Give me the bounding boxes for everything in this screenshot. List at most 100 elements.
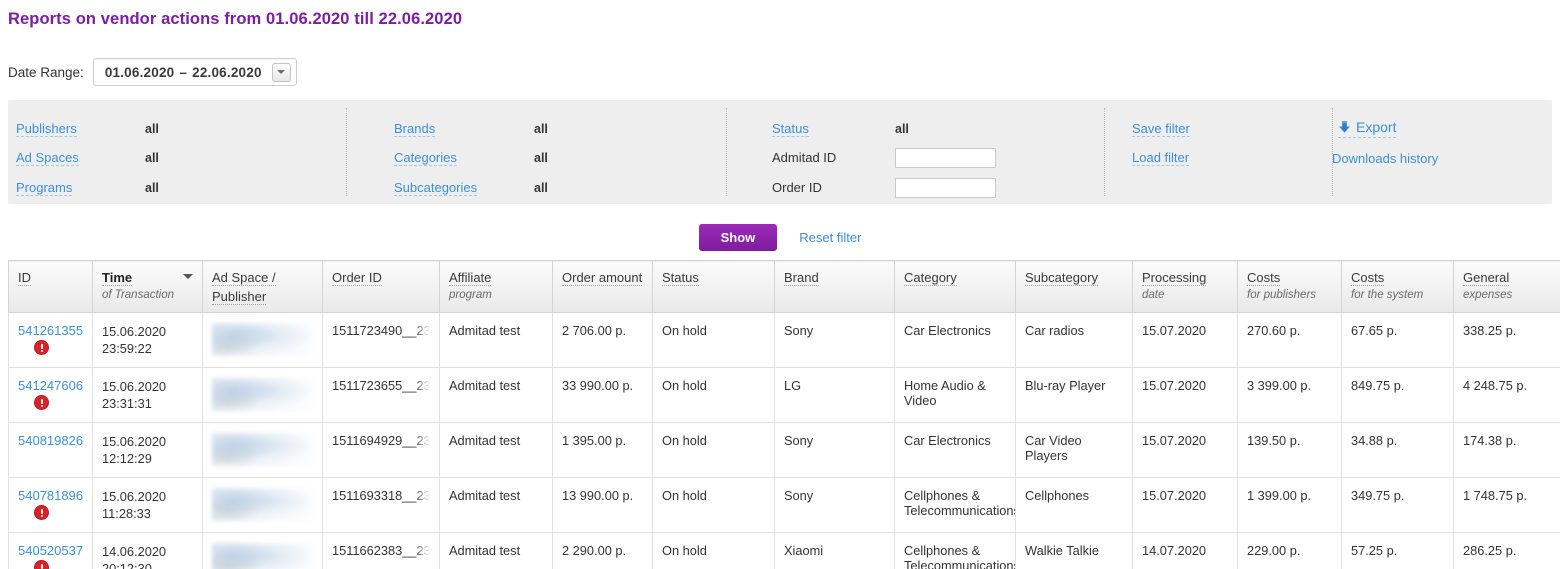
report-page: Reports on vendor actions from 01.06.202… xyxy=(0,0,1560,569)
transaction-id-link[interactable]: 540819826 xyxy=(18,433,83,448)
category-value: Car Electronics xyxy=(904,323,991,338)
save-filter-link[interactable]: Save filter xyxy=(1132,121,1190,137)
cell-general-expenses: 4 248.75 p. xyxy=(1453,367,1560,423)
col-header-time[interactable]: Time of Transaction xyxy=(92,260,203,313)
chevron-down-icon[interactable] xyxy=(271,62,291,82)
load-filter-link[interactable]: Load filter xyxy=(1132,150,1190,167)
downloads-history-link[interactable]: Downloads history xyxy=(1332,151,1438,166)
alert-icon[interactable] xyxy=(35,396,48,409)
col-header-costs-publishers[interactable]: Costs for publishers xyxy=(1237,260,1342,313)
col-header-order-amount-label: Order amount xyxy=(562,270,643,286)
order-amount-value: 33 990.00 p. xyxy=(562,378,634,393)
col-header-order-id-label: Order ID xyxy=(332,270,382,286)
order-amount-value: 2 706.00 p. xyxy=(562,323,627,338)
col-header-id-label: ID xyxy=(18,270,31,286)
cell-costs-system: 34.88 p. xyxy=(1341,422,1454,478)
col-header-status[interactable]: Status xyxy=(652,260,775,313)
cell-general-expenses: 174.38 p. xyxy=(1453,422,1560,478)
cell-processing-date: 14.07.2020 xyxy=(1132,532,1238,569)
table-row: 541247606 15.06.2020 23:31:31 1511723655__2… xyxy=(8,367,1560,423)
cell-order-amount: 2 290.00 p. xyxy=(552,532,653,569)
category-value: Car Electronics xyxy=(904,433,991,448)
cell-costs-publishers: 3 399.00 p. xyxy=(1237,367,1342,423)
transaction-id-link[interactable]: 541247606 xyxy=(18,378,83,393)
col-header-affiliate[interactable]: Affiliate program xyxy=(439,260,553,313)
costs-publishers-value: 3 399.00 p. xyxy=(1247,378,1312,393)
costs-system-value: 34.88 p. xyxy=(1351,433,1398,448)
export-label: Export xyxy=(1356,119,1397,136)
filter-link-ad-spaces[interactable]: Ad Spaces xyxy=(16,150,79,167)
alert-icon[interactable] xyxy=(35,506,48,519)
cell-subcategory: Car radios xyxy=(1015,312,1133,368)
col-header-brand[interactable]: Brand xyxy=(774,260,895,313)
filter-link-status[interactable]: Status xyxy=(772,120,809,137)
transaction-id-link[interactable]: 540520537 xyxy=(18,543,83,558)
admitad-id-input[interactable] xyxy=(895,148,996,169)
table-body: 541261355 15.06.2020 23:59:22 1511723490__2… xyxy=(8,312,1560,569)
col-header-ad-space-label: Ad Space / xyxy=(212,270,276,286)
warning-row xyxy=(18,506,83,522)
col-header-costs-system[interactable]: Costs for the system xyxy=(1341,260,1454,313)
col-header-general-expenses[interactable]: General expenses xyxy=(1453,260,1560,313)
cell-subcategory: Car Video Players xyxy=(1015,422,1133,478)
cell-id: 540819826 xyxy=(8,422,93,478)
brand-value: Xiaomi xyxy=(784,543,824,558)
status-value: On hold xyxy=(662,323,707,338)
cell-processing-date: 15.07.2020 xyxy=(1132,422,1238,478)
cell-category: Cellphones & Telecommunications xyxy=(894,477,1016,533)
col-header-order-amount[interactable]: Order amount xyxy=(552,260,653,313)
filter-link-programs[interactable]: Programs xyxy=(16,179,73,196)
status-value: On hold xyxy=(662,378,707,393)
cell-order-amount: 1 395.00 p. xyxy=(552,422,653,478)
cell-general-expenses: 286.25 p. xyxy=(1453,532,1560,569)
col-header-category[interactable]: Category xyxy=(894,260,1016,313)
filter-actions: Show Reset filter xyxy=(0,224,1560,251)
filter-link-categories[interactable]: Categories xyxy=(394,150,457,167)
show-button[interactable]: Show xyxy=(698,224,778,251)
affiliate-program-value: Admitad test xyxy=(449,488,521,503)
filter-label-order-id: Order ID xyxy=(772,179,822,195)
cell-processing-date: 15.07.2020 xyxy=(1132,367,1238,423)
cell-general-expenses: 1 748.75 p. xyxy=(1453,477,1560,533)
cell-order-id: 1511662383__23__ xyxy=(322,532,440,569)
transaction-date: 15.06.2020 xyxy=(102,434,167,449)
cell-order-amount: 2 706.00 p. xyxy=(552,312,653,368)
col-header-costs-system-label: Costs xyxy=(1351,270,1385,286)
report-table-container: ID Time of Transaction Ad Space / Publis… xyxy=(8,260,1560,569)
costs-system-value: 849.75 p. xyxy=(1351,378,1405,393)
cell-time: 15.06.2020 11:28:33 xyxy=(92,477,203,533)
col-header-order-id[interactable]: Order ID xyxy=(322,260,440,313)
alert-icon[interactable] xyxy=(35,341,48,354)
export-button[interactable]: Export xyxy=(1338,119,1397,139)
reset-filter-link[interactable]: Reset filter xyxy=(799,230,861,245)
filter-link-subcategories[interactable]: Subcategories xyxy=(394,179,478,196)
filter-link-publishers[interactable]: Publishers xyxy=(16,120,77,137)
filter-row-brands: Brands all xyxy=(394,114,726,144)
cell-status: On hold xyxy=(652,422,775,478)
date-range-input[interactable]: 01.06.2020 – 22.06.2020 xyxy=(92,58,297,86)
processing-date-value: 15.07.2020 xyxy=(1142,323,1207,338)
date-range-label: Date Range: xyxy=(8,64,84,80)
col-header-processing-date[interactable]: Processing date xyxy=(1132,260,1238,313)
date-range-control: Date Range: 01.06.2020 – 22.06.2020 xyxy=(8,58,297,86)
filter-row-admitad-id: Admitad ID xyxy=(772,144,1104,174)
col-header-subcategory[interactable]: Subcategory xyxy=(1015,260,1133,313)
cell-costs-publishers: 229.00 p. xyxy=(1237,532,1342,569)
cell-affiliate: Admitad test xyxy=(439,477,553,533)
col-header-ad-space[interactable]: Ad Space / Publisher xyxy=(202,260,323,313)
col-header-brand-label: Brand xyxy=(784,270,819,286)
alert-icon[interactable] xyxy=(35,561,48,569)
sort-desc-icon xyxy=(183,274,193,279)
cell-time: 15.06.2020 23:31:31 xyxy=(92,367,203,423)
filter-link-brands[interactable]: Brands xyxy=(394,120,436,137)
cell-ad-space xyxy=(202,367,323,423)
brand-value: Sony xyxy=(784,323,814,338)
order-id-input[interactable] xyxy=(895,177,996,198)
filter-value-subcategories: all xyxy=(534,180,548,195)
filter-row-load-filter: Load filter xyxy=(1132,144,1332,174)
col-header-id[interactable]: ID xyxy=(8,260,93,313)
table-header-row: ID Time of Transaction Ad Space / Publis… xyxy=(8,260,1560,313)
transaction-id-link[interactable]: 540781896 xyxy=(18,488,83,503)
transaction-time: 12:12:29 xyxy=(102,451,152,466)
transaction-id-link[interactable]: 541261355 xyxy=(18,323,83,338)
